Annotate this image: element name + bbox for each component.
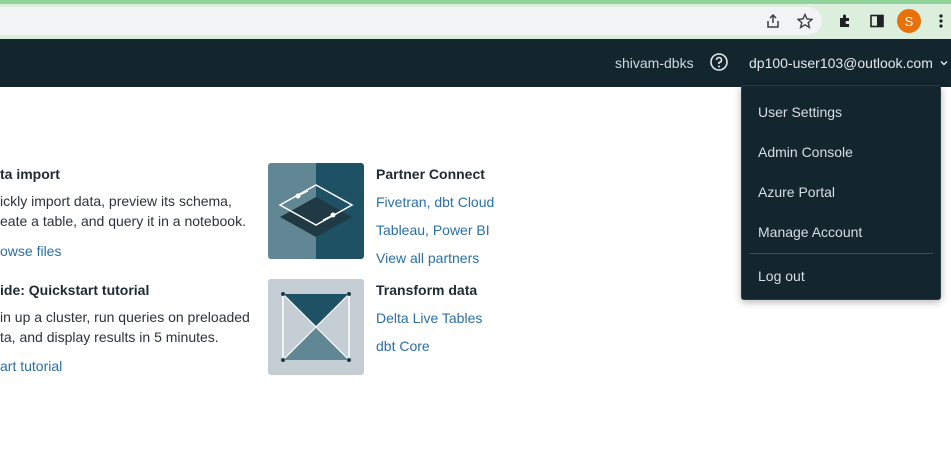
extensions-icon[interactable] [834,10,856,32]
avatar-initial: S [904,13,914,29]
workspace-name[interactable]: shivam-dbks [615,55,694,71]
user-dropdown-menu: User Settings Admin Console Azure Portal… [741,85,941,300]
help-icon[interactable] [709,52,729,72]
menu-divider [750,253,933,254]
transform-data-illustration [268,279,364,375]
partner-connect-illustration [268,163,364,259]
menu-item-admin-console[interactable]: Admin Console [758,144,853,160]
data-import-desc-2: eate a table, and query it in a notebook… [0,213,246,229]
address-bar[interactable] [0,7,822,35]
browser-toolbar: S [0,4,951,39]
data-import-desc-1: ickly import data, preview its schema, [0,193,232,209]
menu-item-manage-account[interactable]: Manage Account [758,224,862,240]
menu-item-log-out[interactable]: Log out [758,268,805,284]
quickstart-title: ide: Quickstart tutorial [0,282,150,298]
browse-files-link[interactable]: owse files [0,243,61,259]
quickstart-desc-1: in up a cluster, run queries on preloade… [0,309,250,325]
share-icon[interactable] [762,10,784,32]
app-header: shivam-dbks dp100-user103@outlook.com [0,39,951,87]
side-panel-icon[interactable] [866,10,888,32]
partner-link-tableau[interactable]: Tableau, Power BI [376,222,490,238]
profile-avatar[interactable]: S [897,9,921,33]
view-all-partners-link[interactable]: View all partners [376,250,479,266]
user-menu-button[interactable]: dp100-user103@outlook.com [749,55,949,71]
delta-live-tables-link[interactable]: Delta Live Tables [376,310,482,326]
dbt-core-link[interactable]: dbt Core [376,338,430,354]
more-menu-icon[interactable] [930,10,951,32]
menu-item-azure-portal[interactable]: Azure Portal [758,184,835,200]
chevron-down-icon [940,61,948,66]
partner-link-fivetran[interactable]: Fivetran, dbt Cloud [376,194,494,210]
start-tutorial-link[interactable]: art tutorial [0,358,62,374]
data-import-title: ta import [0,166,60,182]
user-email-label: dp100-user103@outlook.com [749,55,933,71]
partner-connect-title: Partner Connect [376,166,485,182]
bookmark-star-icon[interactable] [794,10,816,32]
menu-item-user-settings[interactable]: User Settings [758,104,842,120]
transform-data-title: Transform data [376,282,478,298]
quickstart-desc-2: ta, and display results in 5 minutes. [0,329,219,345]
